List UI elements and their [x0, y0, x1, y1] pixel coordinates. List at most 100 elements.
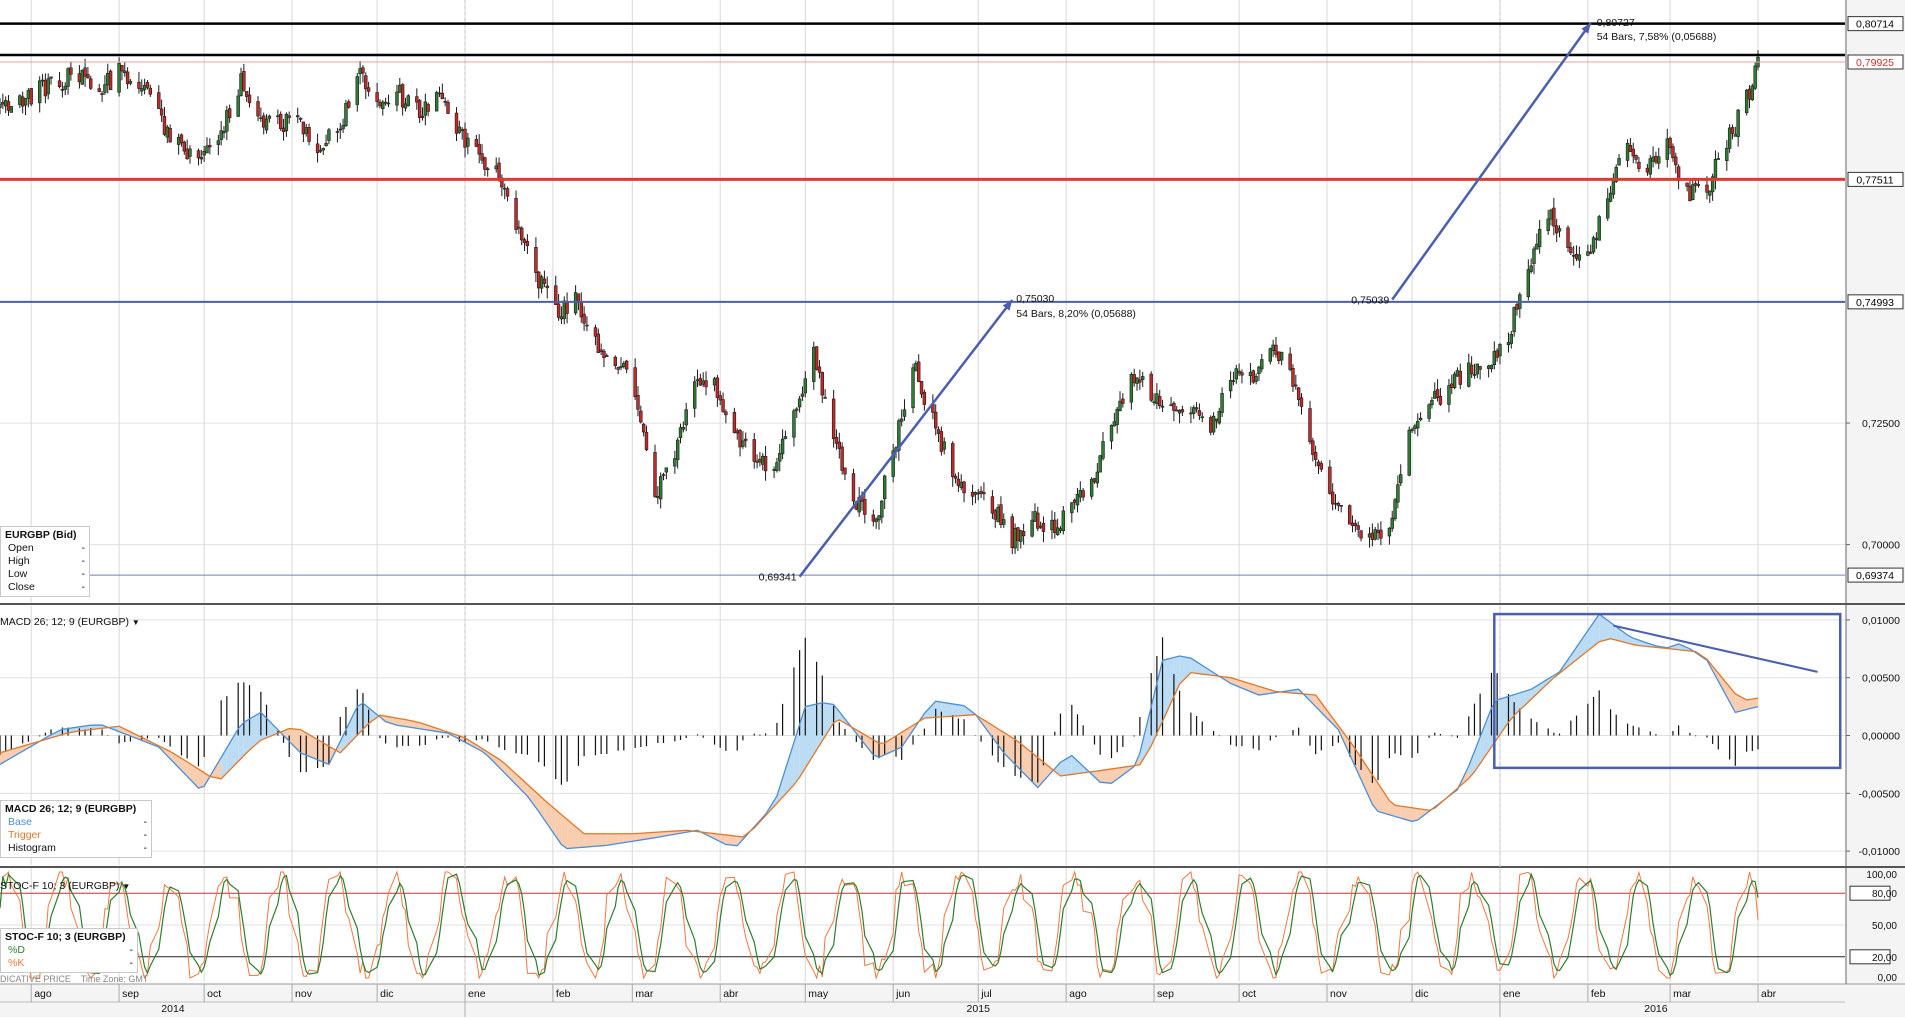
x-tick-label: jul	[980, 988, 992, 1000]
candle	[29, 88, 33, 105]
candle	[1498, 344, 1502, 357]
candle	[236, 95, 240, 117]
x-tick-label: may	[808, 988, 829, 1000]
candle	[1566, 227, 1570, 248]
candle	[199, 157, 204, 160]
candle	[460, 129, 464, 131]
candle	[1399, 474, 1403, 484]
candle	[596, 333, 600, 353]
candle	[1002, 519, 1006, 525]
candle	[936, 429, 941, 434]
candle	[831, 398, 836, 440]
y-tick-label: 0,00000	[1862, 731, 1900, 743]
candle	[1277, 351, 1281, 361]
candle	[939, 431, 944, 452]
macd-fill-segment	[958, 704, 965, 716]
candle	[1132, 374, 1136, 384]
candle	[970, 491, 975, 497]
candle	[242, 71, 246, 91]
candle	[1376, 530, 1380, 534]
candle	[1438, 396, 1443, 405]
candle	[463, 128, 467, 148]
candle	[525, 241, 530, 247]
candle	[1189, 412, 1193, 415]
candle	[63, 85, 67, 90]
symbol-label: EURGBP (Bid)	[5, 529, 77, 541]
candle	[863, 499, 867, 515]
annotation-label: 54 Bars, 8,20% (0,05688)	[1016, 308, 1136, 320]
candle	[23, 98, 28, 106]
candle	[1705, 184, 1709, 193]
chevron-down-icon[interactable]: ▼	[122, 882, 130, 891]
candle	[256, 101, 260, 117]
candle	[795, 408, 799, 411]
price-tag-label: 0,77511	[1856, 174, 1893, 186]
candle	[443, 100, 447, 103]
x-tick-label: mar	[635, 988, 654, 1000]
time-zone-label: Time Zone: GMT	[80, 974, 149, 984]
candle	[951, 443, 955, 477]
candle	[494, 165, 498, 170]
macd-title-text: MACD 26; 12; 9 (EURGBP)	[0, 616, 129, 628]
candle	[556, 303, 561, 318]
price-tag-label: 0,80714	[1856, 19, 1894, 31]
candle	[1410, 429, 1414, 432]
candle	[522, 239, 527, 244]
macd-pane-title[interactable]: MACD 26; 12; 9 (EURGBP) ▼	[0, 616, 140, 628]
candle	[279, 113, 283, 129]
chevron-down-icon[interactable]: ▼	[132, 618, 140, 627]
candle	[718, 395, 722, 401]
macd-fill-segment	[584, 833, 596, 848]
candle	[417, 100, 422, 118]
candle	[1149, 373, 1153, 401]
candle	[704, 380, 708, 388]
candle	[1101, 441, 1105, 459]
candle	[797, 398, 802, 408]
candle	[341, 125, 345, 130]
candle	[1010, 516, 1014, 548]
candle	[993, 510, 997, 520]
candle	[1515, 304, 1519, 310]
x-tick-label: nov	[295, 988, 313, 1000]
candle	[1075, 493, 1080, 506]
candle	[877, 515, 881, 521]
y-tick-label: 0,00	[1878, 973, 1898, 984]
candle	[261, 115, 266, 128]
legend-row-histogram: Histogram -	[5, 842, 147, 855]
candle	[1237, 370, 1241, 374]
legend-row-high: High -	[5, 555, 85, 568]
stoch-pane-title[interactable]: STOC-F 10; 3 (EURGBP) ▼	[0, 880, 130, 892]
candle	[398, 84, 402, 93]
candle	[1180, 409, 1185, 413]
candle	[1407, 429, 1411, 476]
candle	[477, 143, 481, 155]
candle	[395, 91, 399, 106]
candle	[1744, 89, 1749, 114]
candle	[1078, 489, 1083, 498]
candle	[403, 103, 408, 109]
legend-value-low: -	[81, 568, 86, 580]
candle	[1092, 478, 1097, 483]
x-tick-label: feb	[1591, 988, 1606, 1000]
candle	[202, 150, 206, 156]
candle	[364, 75, 368, 90]
candle	[1228, 380, 1233, 392]
legend-row-low: Low -	[5, 568, 85, 581]
candle	[196, 150, 201, 159]
chart-canvas[interactable]: 0,69341 0,75030 54 Bars, 8,20% (0,05688) 0,…	[0, 0, 1905, 1017]
candle	[1472, 374, 1477, 376]
y-tick-label: 20,00	[1872, 953, 1897, 964]
candle	[140, 88, 144, 92]
candle	[100, 93, 104, 95]
x-tick-label: ene	[468, 988, 486, 1000]
candle	[281, 127, 286, 133]
candle	[415, 96, 419, 103]
candle	[1387, 527, 1392, 537]
candle	[712, 378, 717, 386]
candle	[1172, 402, 1176, 411]
candle	[661, 474, 666, 476]
candle	[871, 514, 876, 522]
candle	[1552, 207, 1556, 227]
y-tick-label: -0,01000	[1859, 846, 1901, 858]
time-axis-bg	[0, 984, 1905, 1017]
